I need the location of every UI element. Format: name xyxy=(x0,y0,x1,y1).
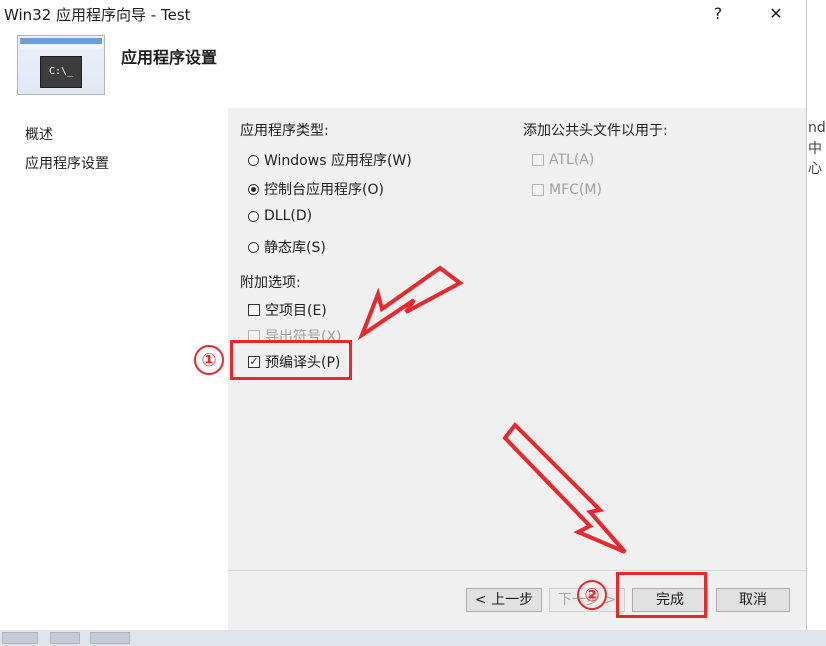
common-headers-heading: 添加公共头文件以用于: xyxy=(523,123,668,139)
help-button[interactable]: ? xyxy=(704,2,732,26)
radio-circle[interactable] xyxy=(248,210,259,222)
wizard-header: C:\_ 应用程序设置 xyxy=(0,28,806,108)
wizard-dialog: Win32 应用程序向导 - Test ? ✕ C:\_ 应用程序设置 概述 应… xyxy=(0,0,807,631)
settings-panel: 应用程序类型: Windows 应用程序(W) 控制台应用程序(O) DLL(D… xyxy=(228,108,806,630)
finish-button[interactable]: 完成 xyxy=(632,588,708,612)
background-window-text: 中心 xyxy=(808,141,822,177)
checkbox-export-symbols: 导出符号(X) xyxy=(248,326,342,346)
radio-circle[interactable] xyxy=(248,154,259,166)
checkbox-mfc: MFC(M) xyxy=(532,182,602,198)
additional-options-heading: 附加选项: xyxy=(240,275,301,291)
radio-dll[interactable]: DLL(D) xyxy=(248,208,312,224)
taskbar-item[interactable] xyxy=(2,632,38,644)
checkbox-empty-project[interactable]: 空项目(E) xyxy=(248,300,327,320)
checkbox-label: 预编译头(P) xyxy=(265,355,341,371)
app-type-heading: 应用程序类型: xyxy=(240,123,329,139)
console-app-thumbnail-icon: C:\_ xyxy=(17,35,105,95)
radio-static-lib[interactable]: 静态库(S) xyxy=(248,237,326,257)
checkbox-label: 空项目(E) xyxy=(265,303,327,319)
background-window-text: ndc xyxy=(808,120,826,136)
taskbar-item[interactable] xyxy=(90,632,130,644)
checkbox-checked-icon[interactable]: ✓ xyxy=(248,356,260,368)
wizard-navigation: 概述 应用程序设置 xyxy=(0,108,228,630)
radio-label: Windows 应用程序(W) xyxy=(264,153,412,169)
radio-console-app[interactable]: 控制台应用程序(O) xyxy=(248,179,384,199)
checkbox-precompiled-header[interactable]: ✓ 预编译头(P) xyxy=(248,352,340,372)
radio-circle[interactable] xyxy=(248,241,259,253)
console-prompt-icon: C:\_ xyxy=(40,56,82,88)
page-title: 应用程序设置 xyxy=(121,48,218,67)
checkbox-box xyxy=(532,184,544,196)
checkbox-box[interactable] xyxy=(248,304,260,316)
taskbar-item[interactable] xyxy=(50,632,80,644)
checkbox-box xyxy=(248,330,260,342)
nav-item-app-settings[interactable]: 应用程序设置 xyxy=(25,153,109,173)
checkbox-label: 导出符号(X) xyxy=(265,329,342,345)
title-bar: Win32 应用程序向导 - Test ? ✕ xyxy=(0,0,806,28)
checkbox-box xyxy=(532,154,544,166)
checkbox-label: MFC(M) xyxy=(549,182,602,198)
thumbnail-menubar xyxy=(20,45,102,49)
prev-button[interactable]: < 上一步 xyxy=(466,588,542,612)
radio-circle-selected[interactable] xyxy=(248,183,259,195)
checkbox-atl: ATL(A) xyxy=(532,152,594,168)
cancel-button[interactable]: 取消 xyxy=(716,588,790,612)
taskbar xyxy=(0,630,826,646)
window-title: Win32 应用程序向导 - Test xyxy=(4,6,191,24)
radio-label: 静态库(S) xyxy=(264,240,326,256)
step-marker-2: ② xyxy=(577,580,607,610)
step-marker-1: ① xyxy=(194,345,224,375)
radio-label: DLL(D) xyxy=(264,208,313,224)
button-divider xyxy=(228,570,806,571)
radio-windows-app[interactable]: Windows 应用程序(W) xyxy=(248,150,412,170)
close-button[interactable]: ✕ xyxy=(762,2,790,26)
radio-label: 控制台应用程序(O) xyxy=(264,182,384,198)
nav-item-overview[interactable]: 概述 xyxy=(25,124,53,144)
thumbnail-titlebar xyxy=(20,38,102,44)
checkbox-label: ATL(A) xyxy=(549,152,595,168)
